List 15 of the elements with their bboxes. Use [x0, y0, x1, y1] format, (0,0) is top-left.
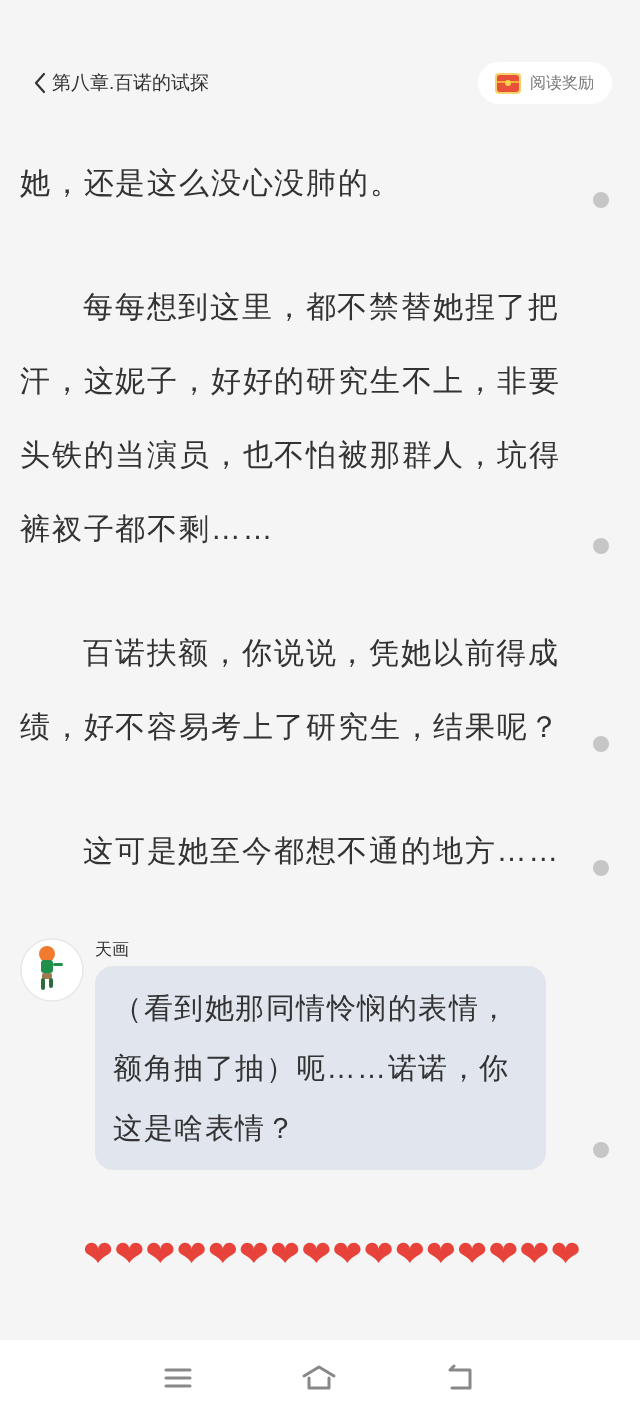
heart-emoji-line: ❤❤❤❤❤❤❤❤❤❤❤❤❤❤❤❤: [82, 1232, 582, 1276]
menu-icon[interactable]: [164, 1366, 193, 1389]
reading-reward-button[interactable]: 阅读奖励: [478, 62, 612, 104]
story-paragraph: 百诺扶额，你说说，凭她以前得成绩，好不容易考上了研究生，结果呢？: [20, 635, 562, 745]
story-paragraph: 这可是她至今都想不通的地方……: [82, 833, 561, 869]
home-icon[interactable]: [301, 1363, 337, 1392]
back-icon: [34, 72, 46, 94]
avatar-icon: [20, 938, 84, 1002]
chapter-title: 第八章.百诺的试探: [52, 70, 210, 95]
treasure-chest-icon: [494, 71, 522, 95]
story-paragraph: 她，还是这么没心没肺的。: [20, 165, 403, 201]
chat-bubble: （看到她那同情怜悯的表情，额角抽了抽）呃……诺诺，你这是啥表情？: [95, 966, 546, 1170]
back-button[interactable]: 第八章.百诺的试探: [34, 68, 210, 98]
speaker-name: 天画: [95, 939, 130, 961]
story-paragraph: 每每想到这里，都不禁替她捏了把汗，这妮子，好好的研究生不上，非要头铁的当演员，也不怕被那群人，坑得裤衩子都不剩……: [20, 289, 562, 547]
